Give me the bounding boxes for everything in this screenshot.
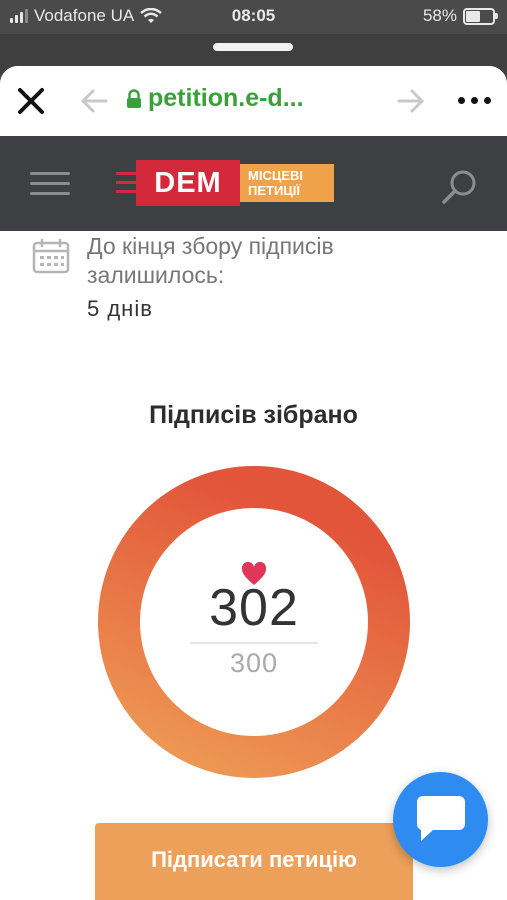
logo-subtitle: МІСЦЕВІ ПЕТИЦІЇ <box>240 164 334 202</box>
signatures-title: Підписів зібрано <box>149 401 358 429</box>
forward-arrow-icon[interactable] <box>397 88 425 114</box>
site-header: DEM МІСЦЕВІ ПЕТИЦІЇ <box>0 136 507 231</box>
sign-petition-button[interactable]: Підписати петицію <box>95 823 413 900</box>
signatures-count: 302 <box>209 579 299 637</box>
browser-sheet: petition.e-d... DEM МІСЦЕВІ ПЕТИЦІЇ До к… <box>0 66 507 900</box>
address-bar[interactable]: petition.e-d... <box>126 84 304 113</box>
battery-info: 58% <box>422 6 498 26</box>
back-arrow-icon[interactable] <box>80 88 108 114</box>
signatures-goal: 300 <box>229 648 279 678</box>
count-divider <box>190 642 318 644</box>
logo-dem: DEM <box>136 160 240 206</box>
search-icon[interactable] <box>441 168 479 206</box>
logo-subtitle-line2: ПЕТИЦІЇ <box>248 183 300 198</box>
lock-icon <box>127 88 141 108</box>
chat-button[interactable] <box>393 772 488 867</box>
url-text: petition.e-d... <box>148 84 304 112</box>
deadline-value: 5 днів <box>87 296 153 321</box>
sheet-grabber[interactable] <box>213 43 293 51</box>
browser-toolbar: petition.e-d... <box>0 66 507 136</box>
logo-subtitle-line1: МІСЦЕВІ <box>248 168 303 183</box>
signatures-counter: 302 300 <box>98 466 410 778</box>
status-bar: Vodafone UA 08:05 58% <box>0 0 507 34</box>
deadline-label: До кінця збору підписів залишилось: <box>87 233 334 288</box>
battery-icon <box>463 7 498 25</box>
menu-icon[interactable] <box>30 172 70 196</box>
more-options-icon[interactable] <box>458 97 491 104</box>
battery-percent: 58% <box>422 6 457 25</box>
calendar-icon <box>32 238 70 274</box>
site-logo[interactable]: DEM МІСЦЕВІ ПЕТИЦІЇ <box>116 160 336 206</box>
chat-icon <box>416 796 465 841</box>
close-icon[interactable] <box>16 86 46 116</box>
